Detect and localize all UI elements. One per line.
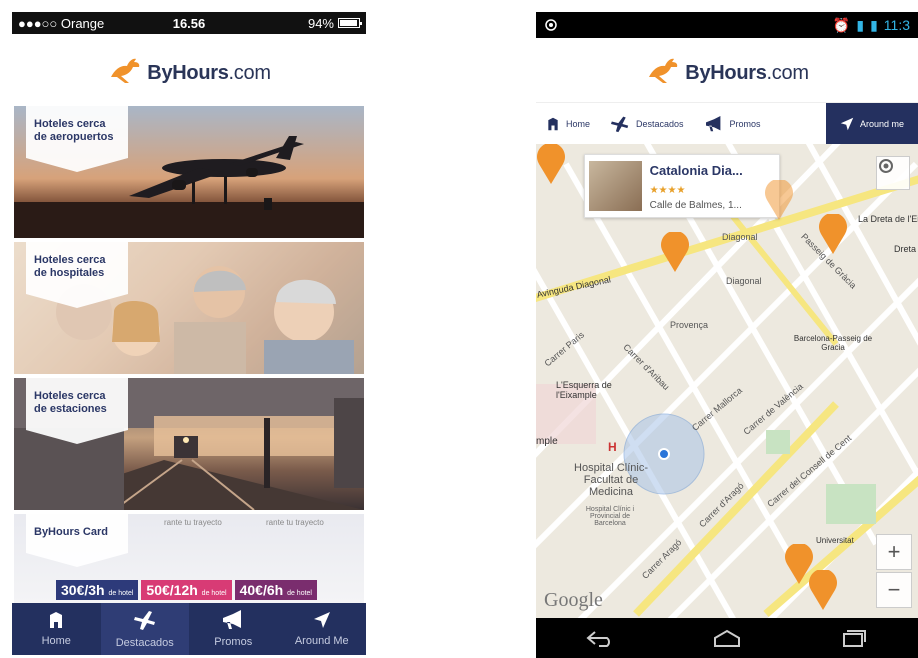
map-label: Diagonal xyxy=(726,276,762,286)
tile-byhours-card[interactable]: rante tu trayecto rante tu trayecto ByHo… xyxy=(14,514,364,604)
nav-label: Home xyxy=(566,118,591,129)
map-label: L'Esquerra de l'Eixample xyxy=(556,380,612,400)
tab-around-me[interactable]: Around Me xyxy=(278,603,367,655)
card-banner-text: rante tu trayecto xyxy=(266,518,324,527)
category-tiles: Hoteles cerca de aeropuertos Hoteles cer… xyxy=(14,106,364,608)
carrier-label: ●●●○○ Orange xyxy=(18,15,105,31)
map-label: Barcelona-Passeig de Gracia xyxy=(793,334,873,352)
tile-label: Hoteles cerca de hospitales xyxy=(26,242,128,309)
app-header: ByHours.com xyxy=(536,38,918,102)
plane-icon xyxy=(611,116,629,132)
hotel-name: Catalonia Dia... xyxy=(649,162,743,178)
nav-destacados[interactable]: Destacados xyxy=(600,103,694,144)
hotel-stars: ★★★★ xyxy=(649,184,686,196)
card-banner-text: rante tu trayecto xyxy=(164,518,222,527)
ios-phone-screen: ●●●○○ Orange 16.56 94% ByHours.com Hotel… xyxy=(12,12,366,655)
tile-hospitals[interactable]: Hoteles cerca de hospitales xyxy=(14,242,364,374)
clock-label: 16.56 xyxy=(172,15,206,31)
home-icon xyxy=(548,117,558,130)
battery-icon: ▮ xyxy=(870,16,878,33)
top-nav-bar: Home Destacados Promos Around me xyxy=(536,102,918,144)
tab-home[interactable]: Home xyxy=(12,603,101,655)
nav-label: Promos xyxy=(729,118,761,129)
tile-stations[interactable]: Hoteles cerca de estaciones xyxy=(14,378,364,510)
kangaroo-logo-icon xyxy=(111,58,140,83)
map-label: Universitat xyxy=(816,536,854,545)
android-status-bar: ⏰ ▮ ▮ 11:3 xyxy=(536,12,918,38)
nav-promos[interactable]: Promos xyxy=(694,103,771,144)
kangaroo-logo-icon xyxy=(649,58,678,83)
google-logo: Google xyxy=(544,589,603,611)
hotel-pin-icon[interactable] xyxy=(660,232,690,272)
map-label: Diagonal xyxy=(722,232,758,242)
nav-around-me[interactable]: Around me xyxy=(825,103,918,144)
home-icon xyxy=(50,612,63,628)
back-icon[interactable] xyxy=(585,629,615,647)
map-label: Hospital Clínic-Facultat de Medicina xyxy=(574,462,648,498)
byhours-logo: ByHours.com xyxy=(107,55,271,85)
zoom-in-button[interactable]: + xyxy=(876,534,912,570)
tab-destacados[interactable]: Destacados xyxy=(100,603,189,655)
status-right-group: ⏰ ▮ ▮ 11:3 xyxy=(833,17,910,34)
my-location-button[interactable] xyxy=(876,156,910,190)
hotel-pin-icon[interactable] xyxy=(764,180,794,220)
map-label: H xyxy=(608,440,617,454)
tab-label: Home xyxy=(41,635,71,647)
android-phone-screen: ⏰ ▮ ▮ 11:3 ByHours.com Home Destacados P… xyxy=(536,12,918,658)
megaphone-icon xyxy=(223,610,242,629)
logo-text: ByHours.com xyxy=(685,62,809,84)
tile-label: Hoteles cerca de aeropuertos xyxy=(26,106,128,173)
hotel-pin-icon[interactable] xyxy=(536,144,566,184)
megaphone-icon xyxy=(705,115,720,131)
hotel-pin-icon[interactable] xyxy=(808,570,838,610)
alarm-icon: ⏰ xyxy=(832,16,851,33)
signal-icon: ▮ xyxy=(856,16,865,33)
clock-label: 11:3 xyxy=(883,17,910,33)
battery-percent: 94% xyxy=(307,15,334,31)
map-label: La Dreta de l'Eixample xyxy=(858,214,918,224)
app-header: ByHours.com xyxy=(12,34,366,106)
price-row: 30€/3h de hotel 50€/12h de hotel 40€/6h … xyxy=(56,580,317,600)
tab-label: Around Me xyxy=(294,635,349,647)
hotel-pin-icon[interactable] xyxy=(818,214,848,254)
map-label: Dreta l'Eixa xyxy=(894,244,918,254)
tab-label: Promos xyxy=(214,636,253,648)
nav-home[interactable]: Home xyxy=(536,103,600,144)
zoom-out-button[interactable]: − xyxy=(876,572,912,608)
ios-status-bar: ●●●○○ Orange 16.56 94% xyxy=(12,12,366,34)
plane-icon xyxy=(133,611,155,630)
location-arrow-icon xyxy=(840,117,854,130)
battery-indicator: 94% xyxy=(307,15,362,31)
price-badge: 50€/12h de hotel xyxy=(141,580,232,600)
map-view[interactable]: Avinguda Diagonal Diagonal Diagonal Pass… xyxy=(536,144,918,618)
home-button-icon[interactable] xyxy=(712,629,742,647)
gps-icon xyxy=(545,19,557,31)
hotel-address: Calle de Balmes, 1... xyxy=(649,199,742,211)
byhours-logo: ByHours.com xyxy=(645,55,809,85)
tile-label: Hoteles cerca de estaciones xyxy=(26,378,128,445)
map-label: Hospital Clínic i Provincial de Barcelon… xyxy=(585,506,635,527)
tile-label: ByHours Card xyxy=(26,514,128,568)
hotel-thumbnail xyxy=(589,161,642,211)
hotel-name-row: Catalonia Dia... ★★★★ xyxy=(650,162,775,198)
bottom-tab-bar: Home Destacados Promos Around Me xyxy=(12,603,366,655)
map-label: Provença xyxy=(670,320,709,330)
map-label: mple xyxy=(536,436,558,447)
price-badge: 30€/3h de hotel xyxy=(56,580,139,600)
nav-label: Destacados xyxy=(636,118,684,129)
tab-label: Destacados xyxy=(115,637,174,649)
logo-text: ByHours.com xyxy=(147,62,271,84)
battery-icon xyxy=(338,18,362,28)
android-navigation-bar xyxy=(536,618,918,658)
price-badge: 40€/6h de hotel xyxy=(234,580,317,600)
crosshair-icon xyxy=(879,159,893,173)
recent-apps-icon[interactable] xyxy=(839,629,869,647)
tile-airports[interactable]: Hoteles cerca de aeropuertos xyxy=(14,106,364,238)
hotel-info-card[interactable]: Catalonia Dia... ★★★★ Calle de Balmes, 1… xyxy=(584,154,780,218)
nav-label: Around me xyxy=(859,118,904,129)
location-arrow-icon xyxy=(313,612,330,628)
tab-promos[interactable]: Promos xyxy=(189,603,278,655)
hotel-info: Catalonia Dia... ★★★★ Calle de Balmes, 1… xyxy=(650,162,775,211)
